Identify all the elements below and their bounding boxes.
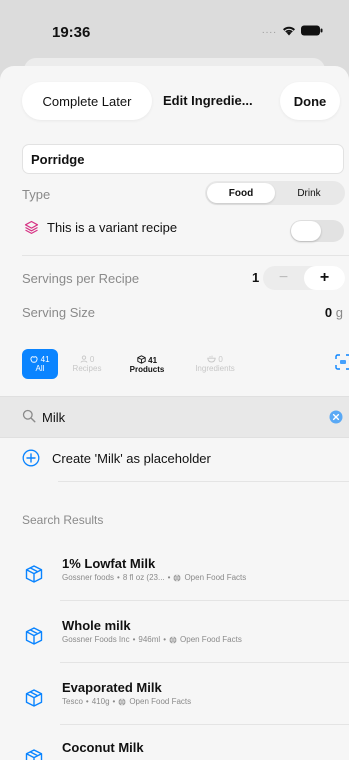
- filter-count: 41: [40, 355, 50, 364]
- list-item[interactable]: Coconut Milk: [22, 734, 349, 760]
- type-drink-option[interactable]: Drink: [275, 183, 343, 203]
- recipe-name-field[interactable]: Porridge: [22, 144, 344, 174]
- servings-value: 1: [252, 270, 260, 285]
- filter-bar: 41 All 0 Recipes 41 Products 0 Ingredien…: [22, 349, 349, 385]
- list-item[interactable]: Whole milk Gossner Foods Inc • 946ml • O…: [22, 612, 349, 668]
- servings-stepper: − +: [263, 266, 345, 290]
- divider: [22, 255, 349, 256]
- search-input[interactable]: Milk: [42, 410, 65, 425]
- signal-dots: ....: [261, 25, 277, 36]
- done-button[interactable]: Done: [280, 82, 340, 120]
- divider: [60, 724, 349, 725]
- status-bar: 19:36 ....: [0, 0, 349, 64]
- product-box-icon: [22, 562, 46, 586]
- result-details: Tesco • 410g • Open Food Facts: [62, 697, 192, 706]
- edit-ingredients-sheet: Complete Later Edit Ingredie... Done Por…: [0, 66, 349, 760]
- filter-count: 0: [218, 355, 223, 364]
- servings-label: Servings per Recipe: [22, 271, 140, 286]
- result-source: Open Food Facts: [180, 635, 242, 644]
- filter-label: Products: [129, 364, 165, 374]
- box-icon: [137, 354, 146, 364]
- filter-label: Ingredients: [195, 364, 235, 373]
- variant-recipe-row: This is a variant recipe: [24, 220, 177, 235]
- filter-count: 0: [89, 355, 95, 364]
- globe-icon: [118, 697, 126, 706]
- globe-icon: [169, 635, 177, 644]
- list-item[interactable]: Evaporated Milk Tesco • 410g • Open Food…: [22, 674, 349, 730]
- product-box-icon: [22, 746, 46, 760]
- serving-size-unit: g: [335, 305, 343, 320]
- filter-chip-ingredients[interactable]: 0 Ingredients: [194, 349, 236, 379]
- clear-search-icon[interactable]: [329, 410, 343, 424]
- divider: [60, 600, 349, 601]
- list-item[interactable]: 1% Lowfat Milk Gossner foods • 8 fl oz (…: [22, 550, 349, 606]
- type-label: Type: [22, 187, 51, 202]
- type-segmented-control: Food Drink: [205, 181, 345, 205]
- result-name: 1% Lowfat Milk: [62, 556, 156, 571]
- result-name: Evaporated Milk: [62, 680, 162, 695]
- product-box-icon: [22, 624, 46, 648]
- result-brand: Gossner foods: [62, 573, 115, 582]
- result-brand: Gossner Foods Inc: [62, 635, 130, 644]
- variant-recipe-toggle[interactable]: [290, 220, 344, 242]
- serving-size-amount: 0: [324, 305, 333, 320]
- result-name: Coconut Milk: [62, 740, 144, 755]
- result-source: Open Food Facts: [184, 573, 247, 582]
- page-title: Edit Ingredie...: [163, 93, 253, 108]
- decrement-button[interactable]: −: [263, 266, 304, 290]
- result-details: Gossner foods • 8 fl oz (23... • Open Fo…: [62, 573, 247, 582]
- battery-icon: [301, 25, 323, 36]
- filter-count: 41: [148, 355, 158, 365]
- plus-circle-icon: [22, 449, 40, 467]
- filter-chip-recipes[interactable]: 0 Recipes: [66, 349, 108, 379]
- filter-label: All: [35, 364, 45, 373]
- search-icon: [22, 409, 36, 423]
- layers-icon: [24, 220, 39, 234]
- filter-chip-all[interactable]: 41 All: [22, 349, 58, 379]
- recipe-name-value: Porridge: [31, 151, 85, 167]
- variant-recipe-label: This is a variant recipe: [47, 220, 178, 235]
- create-placeholder-label: Create 'Milk' as placeholder: [52, 450, 211, 466]
- result-brand: Tesco: [62, 697, 83, 706]
- status-time: 19:36: [52, 24, 91, 41]
- bowl-icon: [207, 355, 216, 363]
- serving-size-label: Serving Size: [22, 305, 95, 320]
- serving-size-value[interactable]: 0 g: [325, 305, 343, 320]
- divider: [60, 662, 349, 663]
- create-placeholder-button[interactable]: Create 'Milk' as placeholder: [22, 449, 211, 467]
- apple-icon: [30, 356, 38, 363]
- complete-later-button[interactable]: Complete Later: [22, 82, 152, 120]
- result-source: Open Food Facts: [129, 697, 192, 706]
- barcode-scan-button[interactable]: [332, 351, 349, 373]
- status-icons: ....: [262, 25, 323, 36]
- scan-icon: [335, 354, 349, 370]
- increment-button[interactable]: +: [304, 266, 345, 290]
- globe-icon: [173, 573, 181, 582]
- divider: [58, 481, 349, 482]
- result-size: 946ml: [138, 635, 161, 644]
- search-bar[interactable]: Milk: [0, 396, 349, 438]
- result-details: Gossner Foods Inc • 946ml • Open Food Fa…: [62, 635, 242, 644]
- filter-chip-products[interactable]: 41 Products: [126, 349, 168, 379]
- product-box-icon: [22, 686, 46, 710]
- search-results-header: Search Results: [22, 513, 104, 527]
- result-size: 410g: [91, 697, 110, 706]
- wifi-icon: [283, 26, 295, 36]
- navigation-bar: Complete Later Edit Ingredie... Done: [0, 82, 349, 120]
- result-size: 8 fl oz (23...: [122, 573, 165, 582]
- type-food-option[interactable]: Food: [207, 183, 275, 203]
- filter-label: Recipes: [72, 364, 102, 373]
- person-icon: [80, 355, 88, 363]
- toggle-knob: [291, 221, 321, 241]
- result-name: Whole milk: [62, 618, 131, 633]
